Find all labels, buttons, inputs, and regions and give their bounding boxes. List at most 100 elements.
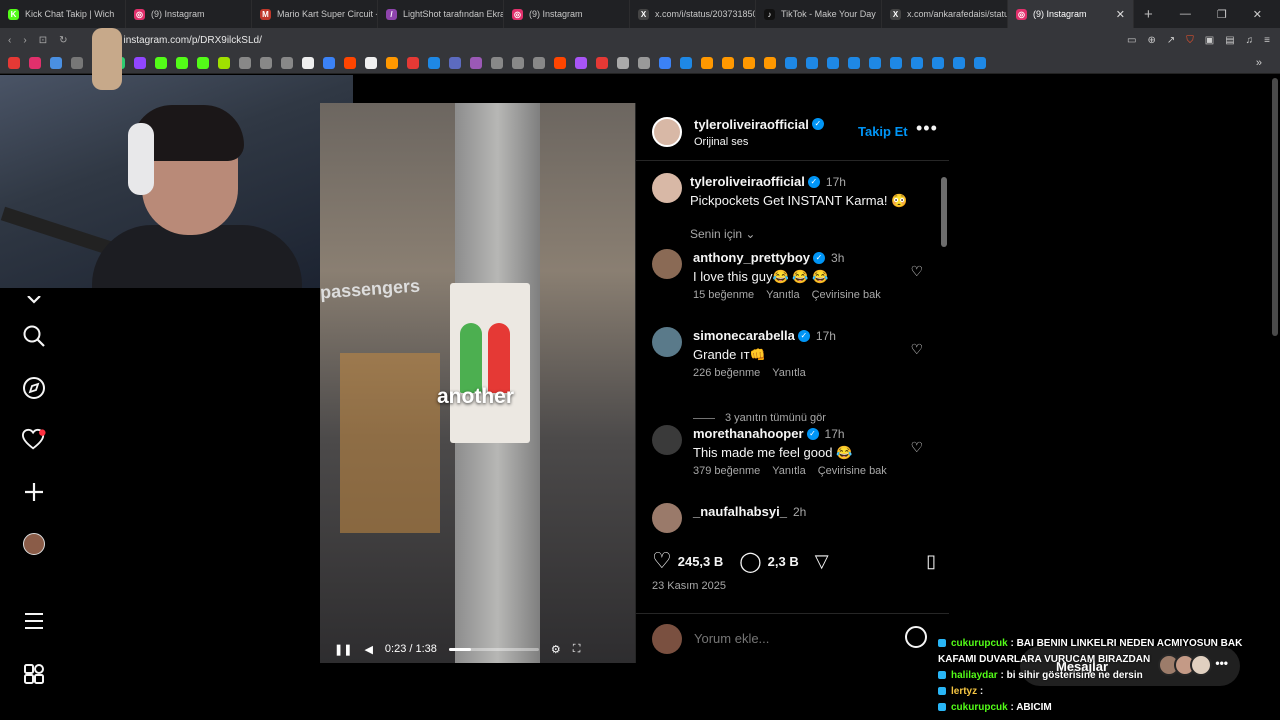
bookmark-icon[interactable] — [449, 56, 461, 69]
follow-button[interactable]: Takip Et — [858, 124, 908, 139]
commenter-avatar[interactable] — [652, 425, 682, 455]
like-count[interactable]: 245,3 B — [678, 554, 724, 569]
reply-button[interactable]: Yanıtla — [772, 465, 805, 477]
bookmark-icon[interactable] — [554, 56, 566, 69]
audio-label[interactable]: Orijinal ses — [694, 136, 824, 148]
save-icon[interactable]: ▯ — [926, 551, 936, 572]
comment-filter-dropdown[interactable]: Senin için ⌄ — [690, 227, 755, 241]
bookmark-icon[interactable] — [533, 56, 545, 69]
bookmark-icon[interactable] — [323, 56, 335, 69]
commenter-username[interactable]: simonecarabella — [693, 328, 795, 343]
bookmark-icon[interactable] — [491, 56, 503, 69]
url-field[interactable]: instagram.com/p/DRX9ilckSLd/ — [123, 35, 261, 46]
page-scrollbar[interactable] — [1272, 78, 1278, 336]
zoom-icon[interactable]: ⊕ — [1147, 35, 1155, 46]
bookmark-icon[interactable] — [953, 56, 965, 69]
bookmark-icon[interactable] — [680, 56, 692, 69]
bookmark-icon[interactable] — [785, 56, 797, 69]
commenter-avatar[interactable] — [652, 503, 682, 533]
bookmark-icon[interactable] — [932, 56, 944, 69]
browser-tab[interactable]: ◎ (9) Instagram ✕ — [1008, 0, 1134, 28]
bookmark-icon[interactable] — [512, 56, 524, 69]
bookmark-icon[interactable] — [71, 56, 83, 69]
shield-icon[interactable]: ⛉ — [1186, 35, 1194, 46]
reply-button[interactable]: Yanıtla — [772, 367, 805, 379]
commenter-avatar[interactable] — [652, 327, 682, 357]
restore-icon[interactable]: ❐ — [1217, 8, 1227, 21]
settings-icon[interactable]: ⚙ — [551, 643, 561, 656]
bookmark-icon[interactable] — [911, 56, 923, 69]
more-options-icon[interactable]: ••• — [916, 118, 938, 139]
comment-count[interactable]: 2,3 B — [768, 554, 799, 569]
bookmark-icon[interactable] — [638, 56, 650, 69]
browser-tab[interactable]: ◎ (9) Instagram — [504, 0, 630, 28]
comment-like-icon[interactable]: ♡ — [910, 263, 923, 280]
browser-tab[interactable]: Xx.com/i/status/203731850 — [630, 0, 756, 28]
emoji-icon[interactable] — [905, 626, 927, 648]
create-icon[interactable] — [22, 480, 46, 504]
forward-icon[interactable]: › — [23, 35, 26, 46]
comment-like-icon[interactable]: ♡ — [910, 341, 923, 358]
comments-scrollbar[interactable] — [941, 167, 947, 533]
video-progress-bar[interactable] — [448, 647, 539, 651]
more-apps-icon[interactable] — [22, 662, 46, 686]
commenter-username[interactable]: morethanahooper — [693, 426, 804, 441]
close-tab-icon[interactable]: ✕ — [1116, 8, 1125, 21]
bookmark-icon[interactable] — [302, 56, 314, 69]
bookmark-icon[interactable] — [197, 56, 209, 69]
comment-likes[interactable]: 15 beğenme — [693, 289, 754, 301]
bookmark-icon[interactable] — [218, 56, 230, 69]
bookmark-icon[interactable] — [848, 56, 860, 69]
bookmark-icon[interactable] — [869, 56, 881, 69]
bookmark-icon[interactable] — [806, 56, 818, 69]
caption-avatar[interactable] — [652, 173, 682, 203]
bookmark-icon[interactable] — [155, 56, 167, 69]
translate-button[interactable]: Çevirisine bak — [812, 289, 881, 301]
reload-icon[interactable]: ↻ — [59, 35, 67, 46]
share-icon[interactable]: ▽ — [815, 551, 829, 572]
translate-button[interactable]: Çevirisine bak — [818, 465, 887, 477]
author-username[interactable]: tyleroliveiraofficial — [694, 117, 809, 132]
search-icon[interactable] — [22, 324, 46, 348]
browser-tab[interactable]: M Mario Kart Super Circuit - — [252, 0, 378, 28]
bookmark-icon[interactable] — [365, 56, 377, 69]
commenter-avatar[interactable] — [652, 249, 682, 279]
bookmark-icon[interactable] — [764, 56, 776, 69]
profile-icon[interactable] — [22, 532, 46, 556]
bookmark-icon[interactable] — [344, 56, 356, 69]
post-video[interactable]: passengers another ❚❚ ◀ 0:23 / 1:38 ⚙ ⛶ — [320, 103, 635, 663]
bookmark-icon[interactable] — [659, 56, 671, 69]
browser-tab[interactable]: ◎ (9) Instagram — [126, 0, 252, 28]
bookmark-icon[interactable] — [890, 56, 902, 69]
bookmark-icon[interactable]: ⊡ — [39, 35, 47, 46]
bookmark-icon[interactable] — [974, 56, 986, 69]
notifications-icon[interactable] — [22, 428, 46, 452]
browser-menu-icon[interactable]: ≡ — [1264, 35, 1270, 46]
comments-list[interactable]: tyleroliveiraofficial ✓ 17h Pickpockets Ge… — [636, 161, 939, 535]
cast-icon[interactable]: ▭ — [1127, 35, 1136, 46]
like-icon[interactable]: ♡ — [652, 548, 672, 574]
bookmark-icon[interactable] — [827, 56, 839, 69]
comment-input[interactable] — [694, 631, 894, 646]
media-icon[interactable]: ♫ — [1246, 35, 1254, 46]
reply-button[interactable]: Yanıtla — [766, 289, 799, 301]
minimize-icon[interactable]: — — [1180, 8, 1191, 21]
bookmark-icon[interactable] — [470, 56, 482, 69]
back-icon[interactable]: ‹ — [8, 35, 11, 46]
bookmark-icon[interactable] — [617, 56, 629, 69]
home-icon[interactable] — [22, 288, 46, 312]
bookmark-icon[interactable] — [50, 56, 62, 69]
explore-icon[interactable] — [22, 376, 46, 400]
share-icon[interactable]: ↗ — [1167, 35, 1175, 46]
bookmarks-overflow-icon[interactable]: » — [1256, 57, 1280, 69]
commenter-username[interactable]: anthony_prettyboy — [693, 250, 810, 265]
sidebar-icon[interactable]: ▤ — [1225, 35, 1234, 46]
view-replies-button[interactable]: 3 yanıtın tümünü gör — [693, 412, 826, 424]
bookmark-icon[interactable] — [176, 56, 188, 69]
bookmark-icon[interactable] — [29, 56, 41, 69]
author-avatar[interactable] — [652, 116, 682, 147]
bookmark-icon[interactable] — [239, 56, 251, 69]
menu-icon[interactable] — [22, 609, 46, 633]
bookmark-icon[interactable] — [596, 56, 608, 69]
browser-tab[interactable]: / LightShot tarafından Ekran — [378, 0, 504, 28]
